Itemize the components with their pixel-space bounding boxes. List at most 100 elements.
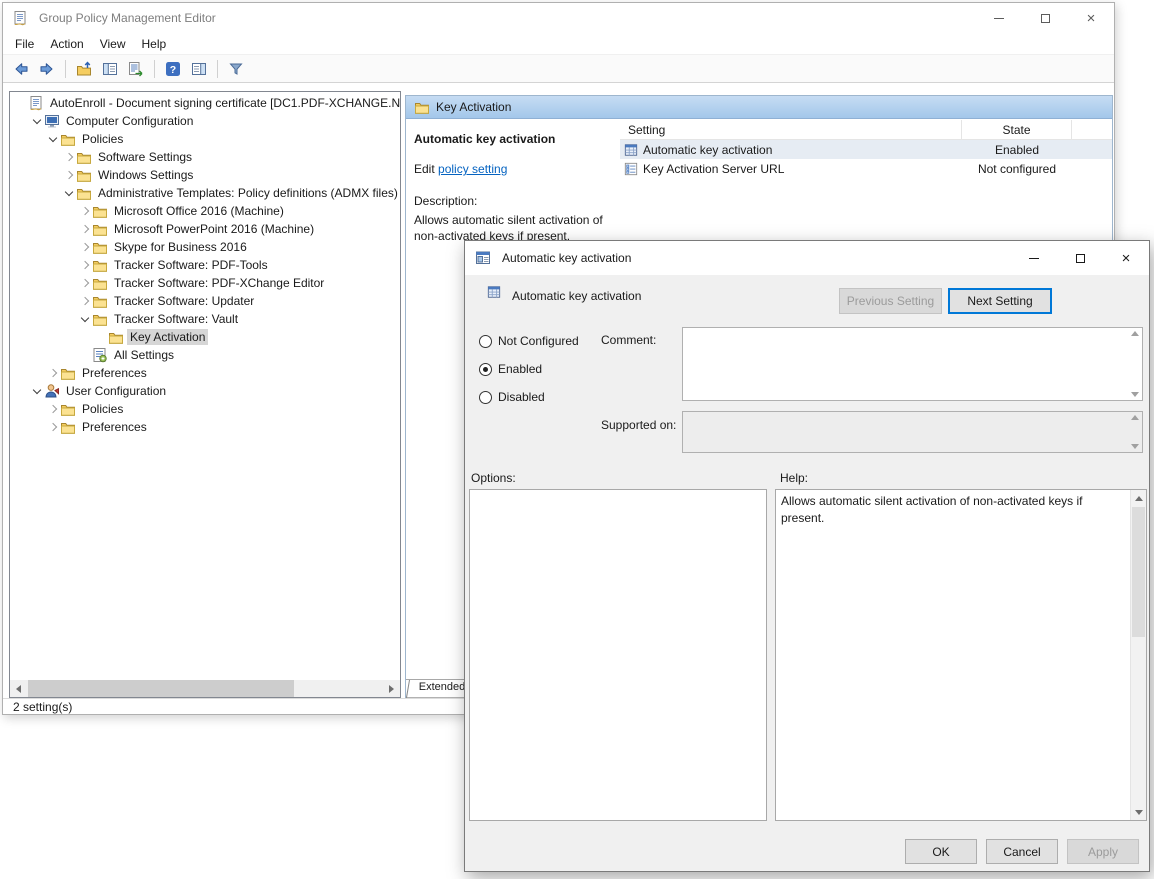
tree-item-label: Tracker Software: PDF-Tools [111,257,271,273]
export-list-icon[interactable] [124,57,148,81]
collapse-chevron-icon[interactable] [46,132,60,146]
ok-button[interactable]: OK [905,839,977,864]
radio-circle-icon [479,391,492,404]
tree-item[interactable]: Tracker Software: PDF-XChange Editor [10,274,400,292]
gpo-icon [28,95,44,111]
tree-item[interactable]: Software Settings [10,148,400,166]
dialog-minimize-button[interactable] [1011,241,1057,275]
edit-policy-setting-link[interactable]: policy setting [438,162,507,176]
tree: AutoEnroll - Document signing certificat… [10,94,400,680]
tree-item[interactable]: Policies [10,400,400,418]
folder-icon [92,275,108,291]
expand-chevron-icon[interactable] [62,168,76,182]
back-icon[interactable] [9,57,33,81]
tree-item[interactable]: Skype for Business 2016 [10,238,400,256]
expand-chevron-icon[interactable] [78,240,92,254]
column-header-state[interactable]: State [962,120,1072,139]
tree-item[interactable]: Key Activation [10,328,400,346]
expand-chevron-icon[interactable] [78,222,92,236]
scroll-left-button[interactable] [10,680,27,697]
main-titlebar[interactable]: Group Policy Management Editor × [3,3,1114,33]
cancel-button[interactable]: Cancel [986,839,1058,864]
menu-file[interactable]: File [7,34,42,54]
expand-chevron-icon[interactable] [78,276,92,290]
radio-circle-icon [479,335,492,348]
window-title: Group Policy Management Editor [39,11,216,25]
help-scrollbar[interactable] [1130,490,1146,820]
help-panel: Allows automatic silent activation of no… [775,489,1147,821]
collapse-chevron-icon[interactable] [30,114,44,128]
tree-item[interactable]: Tracker Software: Vault [10,310,400,328]
scrollbar-thumb[interactable] [1132,507,1145,637]
tree-item[interactable]: All Settings [10,346,400,364]
supported-on-label: Supported on: [601,418,676,432]
scroll-up-button[interactable] [1131,490,1146,506]
dialog-maximize-button[interactable] [1057,241,1103,275]
radio-label: Disabled [498,390,545,404]
radio-enabled[interactable]: Enabled [479,361,542,377]
radio-not-configured[interactable]: Not Configured [479,333,579,349]
dialog-titlebar[interactable]: Automatic key activation × [465,241,1149,275]
forward-icon[interactable] [35,57,59,81]
setting-row[interactable]: Key Activation Server URLNot configured [620,159,1112,178]
expand-chevron-icon[interactable] [78,294,92,308]
folder-icon [60,131,76,147]
scrollbar-thumb[interactable] [28,680,294,697]
scroll-up-icon [1131,415,1139,420]
apply-button[interactable]: Apply [1067,839,1139,864]
up-one-level-icon[interactable] [72,57,96,81]
folder-icon [92,239,108,255]
previous-setting-button[interactable]: Previous Setting [839,288,942,314]
tree-item[interactable]: Policies [10,130,400,148]
tree-item[interactable]: Tracker Software: Updater [10,292,400,310]
maximize-button[interactable] [1022,3,1068,33]
tree-horizontal-scrollbar[interactable] [10,680,400,697]
column-header-setting[interactable]: Setting [620,120,962,139]
radio-disabled[interactable]: Disabled [479,389,545,405]
menu-view[interactable]: View [92,34,134,54]
expand-chevron-icon[interactable] [62,150,76,164]
help-label: Help: [780,471,808,485]
window-controls: × [976,3,1114,33]
scroll-down-button[interactable] [1131,804,1146,820]
tree-item[interactable]: User Configuration [10,382,400,400]
tree-item[interactable]: Preferences [10,418,400,436]
expand-chevron-icon[interactable] [46,402,60,416]
tree-item-label: Key Activation [127,329,208,345]
setting-row[interactable]: Automatic key activationEnabled [620,140,1112,159]
chevron-placeholder [78,348,92,362]
radio-circle-icon [479,363,492,376]
next-setting-button[interactable]: Next Setting [948,288,1052,314]
action-pane-icon[interactable] [187,57,211,81]
collapse-chevron-icon[interactable] [62,186,76,200]
help-icon[interactable]: ? [161,57,185,81]
tree-item[interactable]: Tracker Software: PDF-Tools [10,256,400,274]
expand-chevron-icon[interactable] [46,366,60,380]
computer-icon [44,113,60,129]
minimize-button[interactable] [976,3,1022,33]
tree-item[interactable]: Microsoft PowerPoint 2016 (Machine) [10,220,400,238]
scroll-right-button[interactable] [383,680,400,697]
collapse-chevron-icon[interactable] [30,384,44,398]
dialog-close-button[interactable]: × [1103,241,1149,275]
folder-icon [60,365,76,381]
comment-input[interactable] [682,327,1143,401]
menu-help[interactable]: Help [134,34,175,54]
close-button[interactable]: × [1068,3,1114,33]
tree-item[interactable]: Windows Settings [10,166,400,184]
toolbar-separator [217,60,218,78]
tree-item[interactable]: AutoEnroll - Document signing certificat… [10,94,400,112]
tree-item[interactable]: Computer Configuration [10,112,400,130]
menu-action[interactable]: Action [42,34,91,54]
expand-chevron-icon[interactable] [78,258,92,272]
show-console-tree-icon[interactable] [98,57,122,81]
tree-item[interactable]: Preferences [10,364,400,382]
tree-item[interactable]: Administrative Templates: Policy definit… [10,184,400,202]
collapse-chevron-icon[interactable] [78,312,92,326]
expand-chevron-icon[interactable] [78,204,92,218]
tree-item[interactable]: Microsoft Office 2016 (Machine) [10,202,400,220]
folder-icon [60,419,76,435]
expand-chevron-icon[interactable] [46,420,60,434]
tree-item-label: Microsoft PowerPoint 2016 (Machine) [111,221,317,237]
filter-icon[interactable] [224,57,248,81]
